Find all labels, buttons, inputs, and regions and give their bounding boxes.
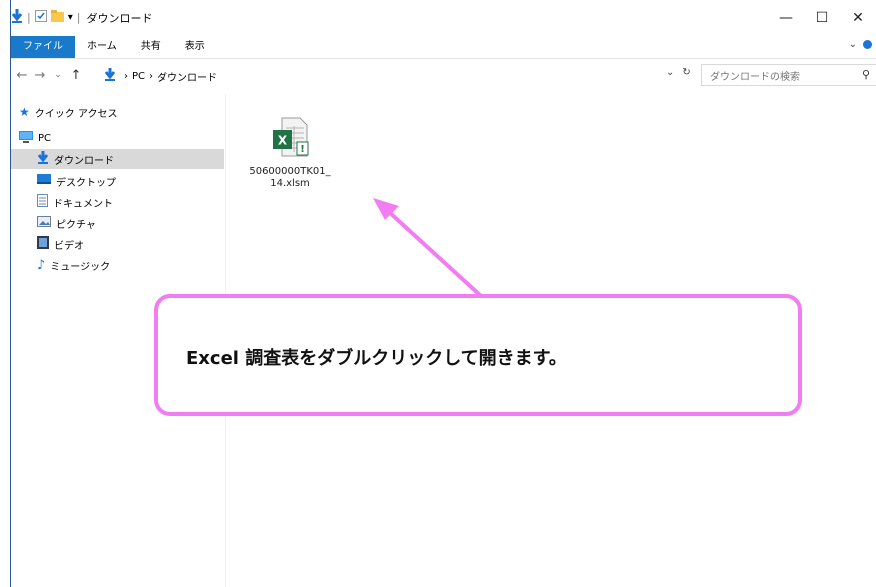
explorer-window: | ▾ | ダウンロード — ☐ ✕ ファイル ホーム 共有 表示 ⌄ ← → … <box>10 0 876 587</box>
callout-arrow <box>373 198 483 298</box>
